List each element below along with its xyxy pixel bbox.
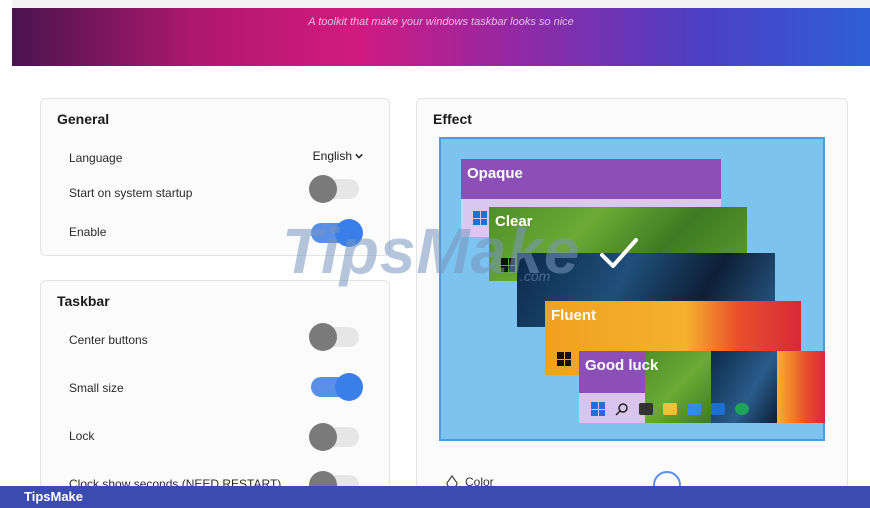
taskbar-card: Taskbar Center buttons Small size Lock C… [40,280,390,499]
taskbar-title: Taskbar [57,293,110,309]
toggle-knob [309,175,337,203]
small-size-toggle[interactable] [311,373,363,401]
window-left-edge [0,0,12,508]
language-label: Language [69,151,123,165]
lock-label: Lock [69,429,95,443]
header-banner: A toolkit that make your windows taskbar… [12,8,870,66]
chevron-down-icon [355,153,363,159]
watermark-suffix: .com [520,268,551,284]
tile-taskbar [579,395,825,423]
center-buttons-toggle[interactable] [309,323,359,351]
enable-label: Enable [69,225,107,239]
style-goodluck-tile[interactable]: Good luck [579,351,825,423]
lock-toggle[interactable] [309,423,359,451]
small-size-label: Small size [69,381,124,395]
banner-tagline: A toolkit that make your windows taskbar… [308,16,574,28]
toggle-knob [309,323,337,351]
search-icon [615,403,628,416]
calendar-icon [687,403,701,415]
center-buttons-label: Center buttons [69,333,148,347]
effect-preview: Opaque Clear Fluent Good luck [439,137,825,441]
toggle-knob [335,373,363,401]
windows-logo-icon [557,352,571,366]
general-title: General [57,111,110,127]
taskview-icon [639,403,653,415]
startup-toggle[interactable] [309,175,359,203]
language-select[interactable]: English [313,149,363,163]
style-fluent-label: Fluent [551,307,596,324]
toggle-knob [309,423,337,451]
startup-label: Start on system startup [69,186,193,200]
style-goodluck-label: Good luck [585,357,659,374]
style-opaque-label: Opaque [467,165,523,182]
mail-icon [711,403,725,415]
checkmark-icon [600,238,638,268]
effect-title: Effect [433,111,472,127]
effect-card: Effect Opaque Clear Fluent Good luck Col… [416,98,848,499]
footer-brand: TipsMake [0,486,870,508]
edge-icon [735,403,749,415]
windows-logo-icon [591,402,605,416]
language-value: English [312,149,352,163]
file-explorer-icon [663,403,677,415]
